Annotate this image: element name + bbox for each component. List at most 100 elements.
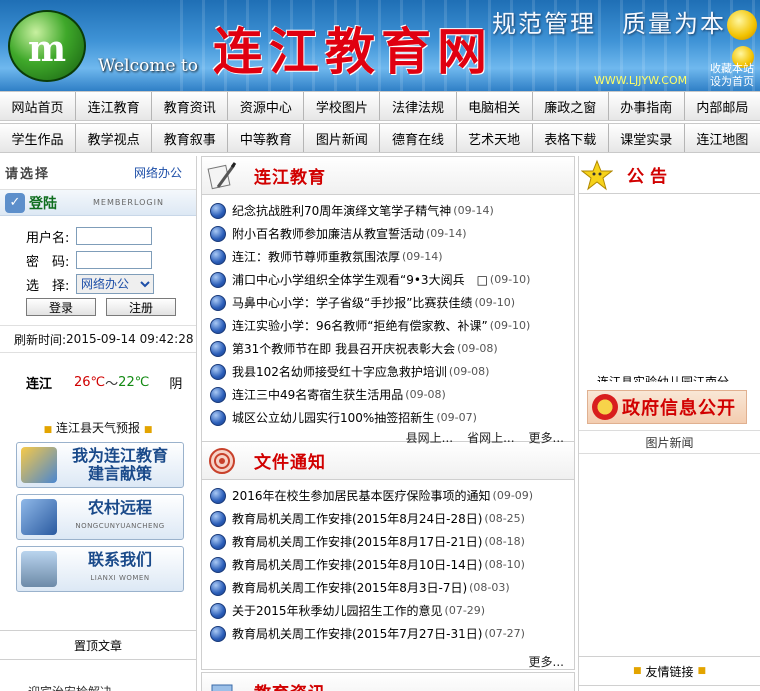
- news-title[interactable]: 第31个教师节在即 我县召开庆祝表彰大会: [232, 340, 455, 357]
- nav-item[interactable]: 学校图片: [304, 92, 381, 120]
- add-favorite-link[interactable]: 收藏本站: [710, 62, 754, 75]
- news-title[interactable]: 马鼻中心小学：学子省级“手抄报”比赛获佳绩: [232, 294, 472, 311]
- bullet-icon: [210, 409, 226, 426]
- logo-letter-icon: m: [27, 28, 67, 70]
- news-item[interactable]: 我县102名幼师接受红十字应急救护培训 (09-08): [210, 360, 574, 383]
- contact-us-sub: LIANXI WOMEN: [90, 574, 150, 582]
- notice-item[interactable]: 关于2015年秋季幼儿园招生工作的意见 (07-29): [210, 599, 574, 622]
- nav-item[interactable]: 资源中心: [228, 92, 305, 120]
- nav-item[interactable]: 教学视点: [76, 124, 153, 152]
- notices-more-link[interactable]: 更多...: [529, 653, 564, 669]
- site-slogan: 规范管理 质量为本: [492, 10, 726, 38]
- register-button[interactable]: 注册: [106, 298, 176, 316]
- news-title[interactable]: 连江：教师节尊师重教氛围浓厚: [232, 248, 400, 265]
- suggestion-line2: 建言献策: [87, 464, 152, 483]
- nav-item[interactable]: 教育叙事: [152, 124, 229, 152]
- news-item[interactable]: 纪念抗战胜利70周年演绎文笔学子精气神 (09-14): [210, 199, 574, 222]
- login-type-select[interactable]: 网络办公: [76, 274, 154, 294]
- rural-remote-button[interactable]: 农村远程 NONGCUNYUANCHENG: [16, 494, 184, 540]
- news-date: (09-10): [489, 319, 531, 332]
- news-item[interactable]: 附小百名教师参加廉洁从教宣誓活动 (09-14): [210, 222, 574, 245]
- bullet-icon: ■: [632, 666, 642, 676]
- bullet-icon: [210, 579, 226, 596]
- nav-item[interactable]: 办事指南: [609, 92, 685, 120]
- news-date: (09-14): [426, 227, 467, 240]
- notice-title[interactable]: 2016年在校生参加居民基本医疗保险事项的通知: [232, 487, 491, 504]
- nav-item[interactable]: 网站首页: [0, 92, 77, 120]
- notice-title[interactable]: 教育局机关周工作安排(2015年8月17日-21日): [232, 533, 482, 550]
- notice-item[interactable]: 教育局机关周工作安排(2015年8月17日-21日) (08-18): [210, 530, 574, 553]
- bullet-icon: [210, 625, 226, 642]
- news-next-header: 教育资讯: [202, 673, 574, 691]
- news-item[interactable]: 连江三中49名寄宿生获生活用品 (09-08): [210, 383, 574, 406]
- education-panel: 连江教育 纪念抗战胜利70周年演绎文笔学子精气神 (09-14) 附小百名教师参加…: [201, 156, 575, 445]
- news-item[interactable]: 连江：教师节尊师重教氛围浓厚 (09-14): [210, 245, 574, 268]
- education-more-link[interactable]: 更多...: [529, 429, 564, 445]
- set-homepage-link[interactable]: 设为首页: [710, 75, 754, 88]
- contact-us-text: 联系我们 LIANXI WOMEN: [57, 551, 183, 587]
- news-date: (09-08): [457, 342, 498, 355]
- rural-remote-sub: NONGCUNYUANCHENG: [75, 522, 165, 530]
- notice-title[interactable]: 教育局机关周工作安排(2015年8月10日-14日): [232, 556, 482, 573]
- bullet-icon: ■: [143, 425, 153, 435]
- nav-item[interactable]: 法律法规: [380, 92, 457, 120]
- education-title: 连江教育: [254, 168, 326, 188]
- news-title[interactable]: 纪念抗战胜利70周年演绎文笔学子精气神: [232, 202, 451, 219]
- notices-more-row: 更多...: [202, 653, 574, 669]
- notices-header: 文件通知: [202, 442, 574, 480]
- computer-user-icon: [21, 499, 57, 535]
- nav-item[interactable]: 电脑相关: [457, 92, 533, 120]
- news-date: (09-14): [402, 250, 443, 263]
- notice-item[interactable]: 2016年在校生参加居民基本医疗保险事项的通知 (09-09): [210, 484, 574, 507]
- news-item[interactable]: 城区公立幼儿园实行100%抽签招新生 (09-07): [210, 406, 574, 429]
- notice-title[interactable]: 教育局机关周工作安排(2015年7月27日-31日): [232, 625, 482, 642]
- news-item[interactable]: 连江实验小学：96名教师“拒绝有偿家教、补课” (09-10): [210, 314, 574, 337]
- news-title[interactable]: 我县102名幼师接受红十字应急救护培训: [232, 363, 447, 380]
- nav-item[interactable]: 连江地图: [685, 124, 760, 152]
- province-more-link[interactable]: 省网上...: [467, 429, 514, 445]
- login-button[interactable]: 登录: [26, 298, 96, 316]
- news-title[interactable]: 连江实验小学：96名教师“拒绝有偿家教、补课”: [232, 317, 488, 334]
- nav-item[interactable]: 连江教育: [76, 92, 153, 120]
- rural-remote-text: 农村远程 NONGCUNYUANCHENG: [57, 499, 183, 535]
- news-item[interactable]: 马鼻中心小学：学子省级“手抄报”比赛获佳绩 (09-10): [210, 291, 574, 314]
- notice-title[interactable]: 关于2015年秋季幼儿园招生工作的意见: [232, 602, 443, 619]
- nav-item[interactable]: 廉政之窗: [533, 92, 609, 120]
- announcement-item[interactable]: 连江县实验幼儿园江南分: [597, 370, 737, 382]
- nav-item[interactable]: 图片新闻: [304, 124, 381, 152]
- notice-item[interactable]: 教育局机关周工作安排(2015年8月10日-14日) (08-10): [210, 553, 574, 576]
- news-title[interactable]: 附小百名教师参加廉洁从教宣誓活动: [232, 225, 424, 242]
- news-item[interactable]: 浦口中心小学组织全体学生观看“9•3大阅兵 □ (09-10): [210, 268, 574, 291]
- notice-title[interactable]: 教育局机关周工作安排(2015年8月24日-28日): [232, 510, 482, 527]
- contact-us-button[interactable]: 联系我们 LIANXI WOMEN: [16, 546, 184, 592]
- notice-item[interactable]: 教育局机关周工作安排(2015年8月3日-7日) (08-03): [210, 576, 574, 599]
- news-title[interactable]: 城区公立幼儿园实行100%抽签招新生: [232, 409, 434, 426]
- pinned-article-link[interactable]: 迎宾治安检解决: [28, 683, 112, 691]
- nav-item[interactable]: 课堂实录: [609, 124, 685, 152]
- news-item[interactable]: 第31个教师节在即 我县召开庆祝表彰大会 (09-08): [210, 337, 574, 360]
- forecast-link[interactable]: ■ 连江县天气预报 ■: [0, 419, 196, 436]
- nav-item[interactable]: 表格下载: [533, 124, 609, 152]
- notice-item[interactable]: 教育局机关周工作安排(2015年8月24日-28日) (08-25): [210, 507, 574, 530]
- nav-item[interactable]: 内部邮局: [685, 92, 760, 120]
- password-label: 密 码:: [26, 254, 70, 270]
- nav-item[interactable]: 德育在线: [380, 124, 457, 152]
- net-office-link[interactable]: 网络办公: [134, 164, 182, 181]
- notice-item[interactable]: 教育局机关周工作安排(2015年7月27日-31日) (07-27): [210, 622, 574, 645]
- nav-item[interactable]: 学生作品: [0, 124, 77, 152]
- news-title[interactable]: 浦口中心小学组织全体学生观看“9•3大阅兵 □: [232, 271, 488, 288]
- password-input[interactable]: [76, 251, 152, 269]
- nav-item[interactable]: 教育资讯: [152, 92, 229, 120]
- notice-title[interactable]: 教育局机关周工作安排(2015年8月3日-7日): [232, 579, 467, 596]
- bullet-icon: [210, 510, 226, 527]
- nav-item[interactable]: 艺术天地: [457, 124, 533, 152]
- news-title[interactable]: 连江三中49名寄宿生获生活用品: [232, 386, 403, 403]
- username-input[interactable]: [76, 227, 152, 245]
- nav-item[interactable]: 中等教育: [228, 124, 305, 152]
- pen-paper-icon: [202, 158, 242, 194]
- gov-info-banner[interactable]: 政府信息公开: [587, 390, 747, 424]
- suggestion-button[interactable]: 我为连江教育 建言献策: [16, 442, 184, 488]
- bullet-icon: [210, 202, 226, 219]
- pinned-articles-header: 置顶文章: [0, 630, 196, 660]
- county-more-link[interactable]: 县网上...: [406, 429, 453, 445]
